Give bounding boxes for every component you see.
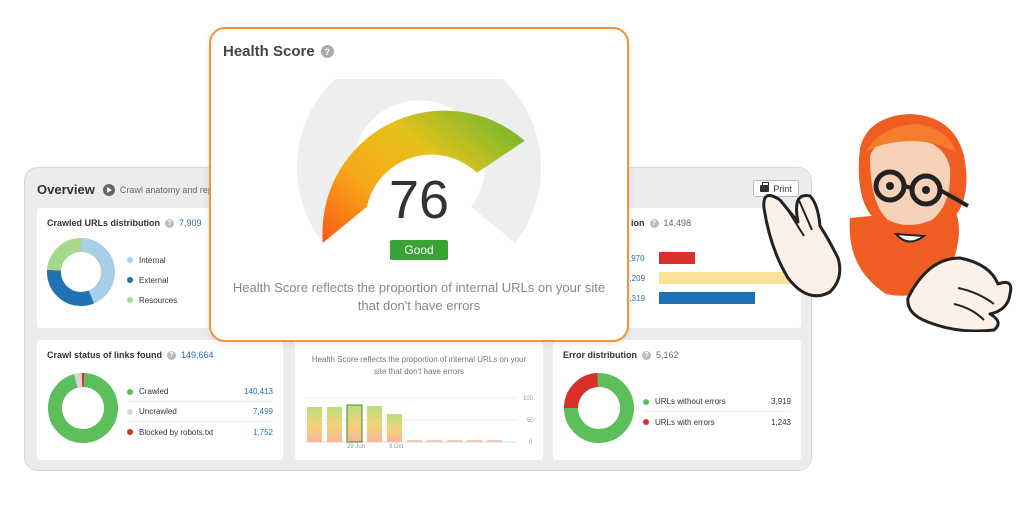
overview-header: Overview Crawl anatomy and repo [37,182,218,197]
legend-dot [127,429,133,435]
legend-label: Blocked by robots.txt [139,427,214,437]
play-icon[interactable] [102,183,115,196]
health-history-note: Health Score reflects the proportion of … [311,355,527,376]
legend-item: URLs with errors 1,243 [643,412,791,432]
legend-value: 3,919 [770,397,791,406]
legend-label: URLs without errors [655,397,726,406]
y-tick: 0 [529,440,533,446]
legend-item: Uncrawled 7,499 [127,402,273,422]
help-icon[interactable]: ? [167,350,177,360]
history-bar [387,414,402,442]
legend-dot [127,257,133,263]
crawl-status-legend: Crawled 140,413 Uncrawled 7,499 Blocked … [127,382,273,442]
legend-value[interactable]: 1,752 [253,428,273,437]
overview-subtitle[interactable]: Crawl anatomy and repo [120,185,218,195]
history-bar [367,406,382,442]
legend-label: Internal [139,255,166,265]
crawl-status-title-text: Crawl status of links found [47,350,163,360]
bar [659,292,755,304]
error-distribution-card: Error distribution ? 5,162 URLs without … [553,340,801,460]
crawled-urls-count[interactable]: 7,909 [179,218,202,228]
legend-label: Uncrawled [139,407,177,416]
bar-value[interactable]: ,970 [629,254,645,263]
health-score-title: Health Score ? [223,43,334,60]
crawled-urls-donut [47,238,115,306]
legend-item: Internal [127,250,207,270]
error-distribution-title: Error distribution ? 5,162 [563,350,679,360]
health-history-chart [305,397,517,443]
x-tick: 29 Jun [347,444,366,450]
legend-dot [643,419,649,425]
legend-value[interactable]: 7,499 [253,407,273,416]
mascot-illustration [762,114,1013,332]
history-bar [327,407,342,442]
legend-value[interactable]: 140,413 [244,387,273,396]
legend-item: External [127,270,207,290]
crawled-urls-legend: Internal External Resources [127,250,207,310]
history-bar [487,440,502,442]
help-icon[interactable]: ? [642,350,651,360]
health-status-badge: Good [390,240,448,260]
legend-item: Blocked by robots.txt 1,752 [127,422,273,442]
health-score-card: Health Score ? 76 Good Health Score refl… [209,27,629,342]
legend-item: Resources [127,290,207,310]
error-distribution-donut [564,373,634,443]
history-bar [467,440,482,442]
legend-item: Crawled 140,413 [127,382,273,402]
history-bar [307,407,322,442]
history-bar [427,440,442,442]
health-score-value: 76 [388,170,450,230]
y-tick: 100 [523,396,534,402]
legend-label: URLs with errors [655,417,715,427]
right-top-count: 14,498 [663,218,692,228]
crawled-urls-title-text: Crawled URLs distribution [47,218,161,228]
legend-dot [127,388,133,395]
legend-label: Resources [139,295,178,305]
error-distribution-title-text: Error distribution [563,350,637,360]
error-distribution-legend: URLs without errors 3,919 URLs with erro… [643,392,791,432]
legend-dot [643,398,649,405]
bar [659,252,695,264]
right-top-title: ion ? 14,498 [631,218,691,228]
help-icon[interactable]: ? [165,218,175,228]
y-tick: 50 [527,418,534,424]
health-score-description: Health Score reflects the proportion of … [232,280,606,313]
health-history-card: Health Score reflects the proportion of … [295,340,543,460]
legend-label: External [139,275,169,285]
history-bar [346,404,363,443]
legend-dot [127,408,133,415]
history-bar [407,440,422,442]
overview-title: Overview [37,182,95,197]
crawl-status-card: Crawl status of links found ? 149,664 Cr… [37,340,283,460]
help-icon[interactable]: ? [649,218,659,228]
right-top-title-text: ion [631,218,645,228]
legend-dot [127,297,133,303]
history-bar [447,440,462,442]
health-score-title-text: Health Score [223,43,315,60]
crawl-status-title: Crawl status of links found ? 149,664 [47,350,214,360]
crawled-urls-title: Crawled URLs distribution ? 7,909 [47,218,202,228]
help-icon[interactable]: ? [320,45,334,58]
legend-dot [127,277,133,283]
crawl-status-donut [47,373,118,443]
legend-label: Crawled [139,387,169,396]
error-distribution-count: 5,162 [656,350,679,360]
crawl-status-count[interactable]: 149,664 [181,350,214,360]
legend-item: URLs without errors 3,919 [643,392,791,412]
legend-value: 1,243 [770,417,791,427]
x-tick: 9 Oct [389,444,404,450]
